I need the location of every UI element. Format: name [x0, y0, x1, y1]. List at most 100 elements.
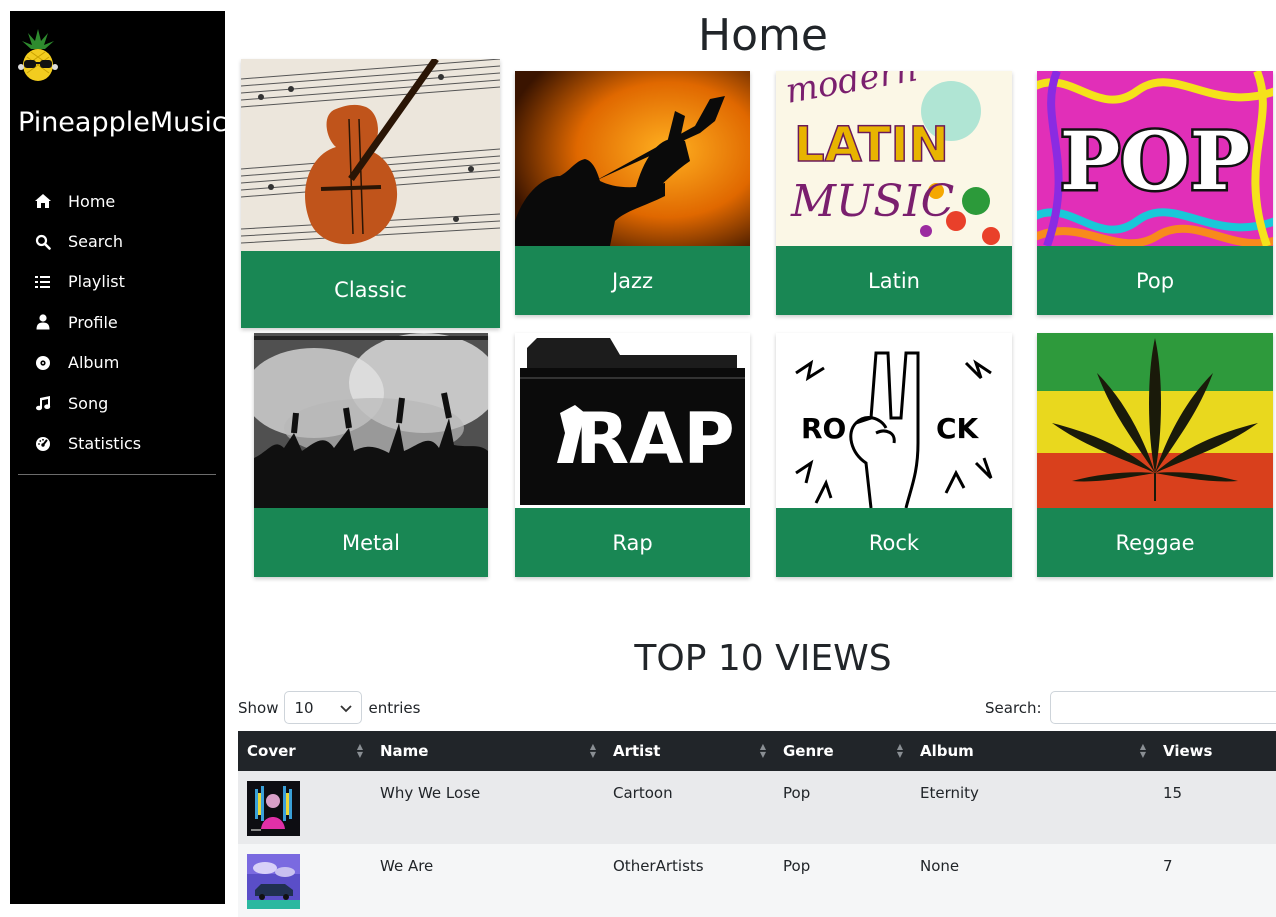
table-row[interactable]: Why We Lose Cartoon Pop Eternity 15	[238, 771, 1276, 844]
sort-icon: ▲ ▼	[896, 742, 903, 759]
genre-label: Latin	[776, 246, 1012, 315]
search-input[interactable]	[1049, 691, 1276, 724]
entries-label: entries	[368, 698, 421, 717]
column-header-views[interactable]: Views▲▼	[1154, 731, 1276, 771]
latin-genre-image: modern LATIN MUSIC	[776, 71, 1012, 246]
genre-label: Rap	[515, 508, 750, 577]
column-header-label: Genre	[783, 742, 834, 760]
genre-card-classic[interactable]: Classic	[241, 59, 500, 328]
genre-card-latin[interactable]: modern LATIN MUSIC Latin	[776, 71, 1012, 315]
sidebar-item-label: Home	[68, 191, 116, 211]
genre-label: Classic	[241, 251, 500, 328]
sidebar-item-label: Playlist	[68, 272, 125, 292]
entries-select-value: 10	[294, 698, 314, 717]
top-views-table: Cover ▲ ▼ Name ▲ ▼ Artist ▲ ▼ Genre ▲ ▼ Album ▲ ▼ …	[238, 731, 1276, 917]
search-icon	[32, 233, 54, 251]
column-header-name[interactable]: Name ▲ ▼	[371, 731, 604, 771]
table-search: Search:	[985, 691, 1276, 724]
album-cover-image[interactable]	[247, 854, 300, 909]
entries-select[interactable]: 10	[284, 691, 363, 724]
latin-art-text: MUSIC	[790, 176, 954, 227]
rock-art-text: RO	[801, 412, 846, 445]
sort-icon: ▲ ▼	[759, 742, 766, 759]
sidebar-item-profile[interactable]: Profile	[32, 302, 141, 342]
sidebar-item-playlist[interactable]: Playlist	[32, 262, 141, 302]
rap-genre-image: RAP	[515, 333, 750, 508]
rock-genre-image: RO CK	[776, 333, 1012, 508]
column-header-genre[interactable]: Genre ▲ ▼	[774, 731, 911, 771]
genre-card-rap[interactable]: RAP Rap	[515, 333, 750, 577]
song-name-cell: We Are	[380, 857, 434, 875]
sidebar-item-song[interactable]: Song	[32, 383, 141, 423]
brand-title[interactable]: PineappleMusic	[18, 107, 227, 138]
sidebar-nav: Home Search Playlist Profile Album Song …	[32, 181, 141, 464]
classic-genre-image	[241, 59, 500, 251]
genre-label: Pop	[1037, 246, 1273, 315]
artist-cell: OtherArtists	[613, 857, 704, 875]
album-cover-image[interactable]	[247, 781, 300, 836]
sidebar-item-label: Search	[68, 232, 123, 252]
latin-art-text: LATIN	[794, 117, 949, 173]
album-cell: None	[920, 857, 960, 875]
sidebar-item-label: Album	[68, 353, 120, 373]
sidebar-item-label: Profile	[68, 312, 118, 332]
reggae-genre-image	[1037, 333, 1273, 508]
song-name-cell: Why We Lose	[380, 784, 481, 802]
views-cell: 15	[1163, 784, 1183, 802]
pop-genre-image: POP	[1037, 71, 1273, 246]
table-row[interactable]: We Are OtherArtists Pop None 7	[238, 844, 1276, 917]
sidebar-item-album[interactable]: Album	[32, 343, 141, 383]
column-header-label: Artist	[613, 742, 661, 760]
genre-card-pop[interactable]: POP Pop	[1037, 71, 1273, 315]
genre-card-metal[interactable]: Metal	[254, 333, 488, 577]
gauge-icon	[32, 435, 54, 453]
jazz-genre-image	[515, 71, 750, 246]
page-title: Home	[698, 10, 828, 61]
artist-cell: Cartoon	[613, 784, 673, 802]
cover-cell	[238, 771, 371, 844]
pop-art-text: POP	[1060, 114, 1250, 208]
sort-icon: ▲ ▼	[589, 742, 596, 759]
column-header-cover[interactable]: Cover ▲ ▼	[238, 731, 371, 771]
column-header-label: Cover	[247, 742, 296, 760]
genre-label: Jazz	[515, 246, 750, 315]
sidebar: PineappleMusic Home Search Playlist Prof…	[10, 11, 227, 904]
show-label: Show	[238, 698, 279, 717]
column-header-album[interactable]: Album ▲ ▼	[911, 731, 1154, 771]
sidebar-item-statistics[interactable]: Statistics	[32, 423, 141, 463]
genre-cell: Pop	[783, 857, 811, 875]
genre-card-jazz[interactable]: Jazz	[515, 71, 750, 315]
genre-label: Reggae	[1037, 508, 1273, 577]
main-content: Home Classic Jazz modern LATIN MUSIC Lat…	[225, 0, 1276, 917]
rock-art-text: CK	[936, 412, 980, 445]
views-cell: 7	[1163, 857, 1173, 875]
user-icon	[32, 313, 54, 331]
chevron-down-icon	[340, 699, 353, 717]
top-views-title: TOP 10 VIEWS	[634, 638, 892, 679]
genre-cell: Pop	[783, 784, 811, 802]
disc-icon	[32, 354, 54, 372]
sidebar-divider	[18, 474, 216, 475]
home-icon	[32, 192, 54, 210]
genre-label: Rock	[776, 508, 1012, 577]
entries-length-control: Show 10 entries	[238, 691, 420, 724]
sort-icon: ▲ ▼	[356, 742, 363, 759]
pineapple-logo-icon[interactable]	[18, 27, 58, 83]
music-note-icon	[32, 394, 54, 412]
sidebar-item-home[interactable]: Home	[32, 181, 141, 221]
sidebar-item-label: Song	[68, 393, 109, 413]
search-label: Search:	[985, 698, 1042, 717]
album-cell: Eternity	[920, 784, 979, 802]
genre-card-rock[interactable]: RO CK Rock	[776, 333, 1012, 577]
column-header-artist[interactable]: Artist ▲ ▼	[604, 731, 774, 771]
rap-art-text: RAP	[575, 398, 734, 480]
sort-icon: ▲ ▼	[1139, 742, 1146, 759]
column-header-label: Views	[1163, 742, 1213, 760]
list-icon	[32, 273, 54, 291]
column-header-label: Album	[920, 742, 974, 760]
sidebar-item-label: Statistics	[68, 434, 142, 454]
genre-card-reggae[interactable]: Reggae	[1037, 333, 1273, 577]
metal-genre-image	[254, 333, 488, 508]
genre-label: Metal	[254, 508, 488, 577]
sidebar-item-search[interactable]: Search	[32, 221, 141, 261]
